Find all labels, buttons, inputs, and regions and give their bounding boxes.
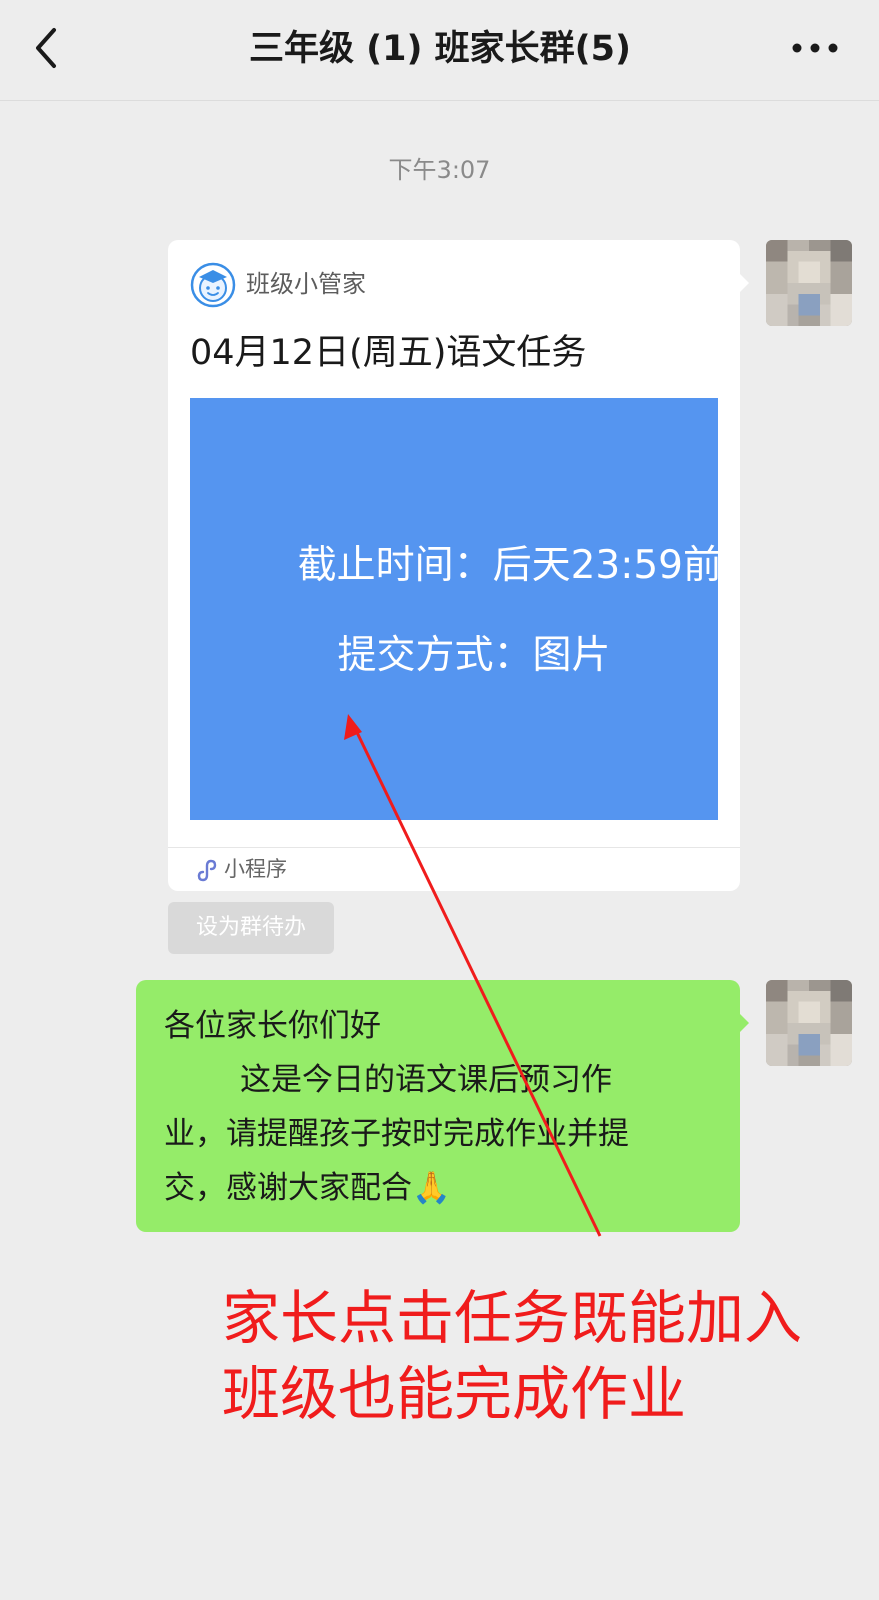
annotation-line: 班级也能完成作业 [222,1360,687,1428]
annotation-text: 家长点击任务既能加入 班级也能完成作业 [222,1280,802,1432]
annotation-line: 家长点击任务既能加入 [222,1284,803,1352]
